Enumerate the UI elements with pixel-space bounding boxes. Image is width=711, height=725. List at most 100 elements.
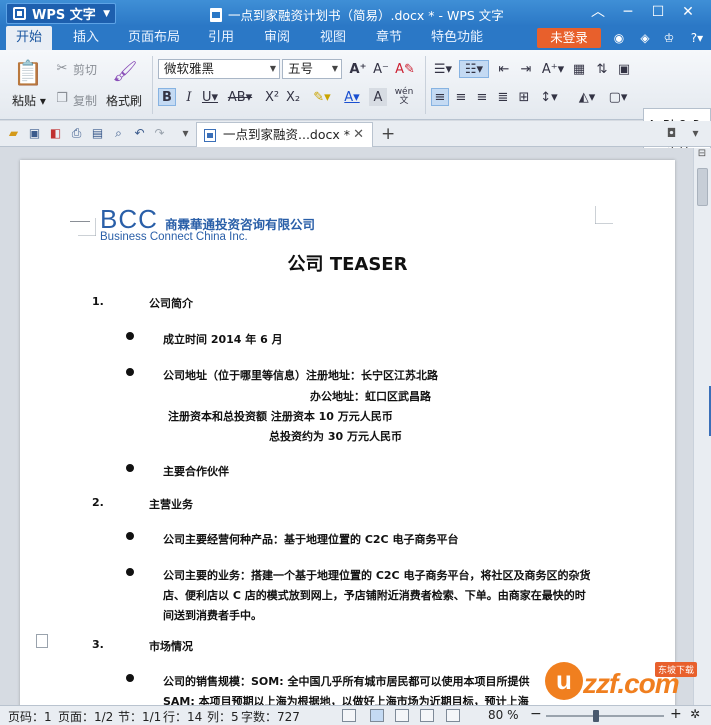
login-button[interactable]: 未登录 [537,28,601,48]
clear-format-icon[interactable]: A✎ [395,60,415,78]
paragraph-menu-icon[interactable] [36,634,48,648]
page-number-status[interactable]: 页码：1 [8,708,52,725]
tab-chapter[interactable]: 章节 [376,26,402,50]
tab-insert[interactable]: 插入 [73,26,99,50]
list-item-line: SAM: 本项目预期以上海为根据地，以做好上海市场为近期目标，预计上海 [163,695,529,705]
ribbon-toolbar: 📋 粘贴 ▾ ✂ 剪切 ❐ 复制 🖌 格式刷 微软雅黑 ▼ 五号 ▼ A⁺ A⁻ A… [0,50,711,160]
settings-icon[interactable]: ✲ [690,707,700,721]
paste-icon[interactable]: 📋 [13,58,43,88]
minimize-button[interactable]: ─ [613,2,643,22]
tab-view[interactable]: 视图 [320,26,346,50]
shading-icon[interactable]: ◭▾ [574,88,600,106]
show-marks-icon[interactable]: ▣ [615,60,633,78]
app-menu-button[interactable]: WPS 文字 ▼ [6,3,116,24]
section-number: 1. [92,295,104,308]
export-pdf-icon[interactable]: ◧ [48,126,63,141]
copy-icon[interactable]: ❐ [54,90,70,106]
chevron-down-icon: ▼ [103,8,110,19]
highlight-button[interactable]: ✎▾ [309,88,335,106]
new-tab-button[interactable]: + [381,124,395,144]
cut-button[interactable]: 剪切 [73,61,97,78]
open-folder-icon[interactable]: ▰ [6,126,21,141]
tab-start[interactable]: 开始 [6,26,53,50]
font-color-button[interactable]: A▾ [339,88,365,106]
line-spacing-icon[interactable]: ↕▾ [536,88,562,106]
justify-icon[interactable]: ≣ [494,88,512,106]
zoom-slider-handle[interactable] [593,710,599,722]
format-painter-icon[interactable]: 🖌 [112,58,138,84]
font-name-select[interactable]: 微软雅黑 ▼ [158,59,280,79]
vertical-scrollbar[interactable] [693,148,711,705]
increase-indent-icon[interactable]: ⇥ [517,60,535,78]
scrollbar-thumb[interactable] [697,168,708,206]
font-name-value: 微软雅黑 [164,61,215,76]
grow-font-icon[interactable]: A⁺ [349,60,367,78]
word-count-status[interactable]: 字数：727 [241,708,300,725]
italic-button[interactable]: I [180,88,198,106]
scissors-icon[interactable]: ✂ [54,60,70,76]
bullet-list-icon[interactable]: ☰▾ [431,60,455,78]
section-heading: 公司简介 [149,297,193,310]
numbered-list-icon[interactable]: ☷▾ [459,60,489,78]
feedback-icon[interactable]: ◈ [637,30,653,46]
zoom-level[interactable]: 80 % [488,708,519,722]
align-right-icon[interactable]: ≡ [473,88,491,106]
close-button[interactable]: ✕ [673,2,703,22]
format-painter-button[interactable]: 格式刷 [106,92,142,109]
outline-view-icon[interactable] [395,709,409,722]
chevron-down-icon: ▼ [269,64,276,73]
page-view-icon[interactable] [370,709,384,722]
shirt-icon[interactable]: ♔ [661,30,677,46]
superscript-button[interactable]: X² [263,88,281,106]
customize-dropdown-icon[interactable]: ▾ [178,126,193,141]
find-icon[interactable]: ⌕ [111,126,126,141]
chinese-layout-icon[interactable]: A⁺▾ [540,60,566,78]
shrink-font-icon[interactable]: A⁻ [372,60,390,78]
font-size-select[interactable]: 五号 ▼ [282,59,342,79]
tab-page-layout[interactable]: 页面布局 [128,26,180,50]
tab-special[interactable]: 特色功能 [431,26,483,50]
print-icon[interactable]: ⎙ [69,126,84,141]
wps-logo-icon [13,7,26,20]
help-icon[interactable]: ?▾ [686,30,708,46]
print-preview-icon[interactable]: ▤ [90,126,105,141]
collapse-ribbon-button[interactable]: ︿ [583,2,613,22]
align-left-icon[interactable]: ≡ [431,88,449,106]
tab-list-icon[interactable]: ◘ [664,126,679,141]
logo-english-name: Business Connect China Inc. [100,231,248,243]
pinyin-button[interactable]: wén 文 [391,86,417,108]
save-icon[interactable]: ▣ [27,126,42,141]
ruler-toggle-icon[interactable]: ⊟ [693,148,711,164]
list-item: 公司主要经营何种产品：基于地理位置的 C2C 电子商务平台 [163,533,459,546]
zoom-slider[interactable] [546,715,664,717]
document-tab[interactable]: 一点到家融资...docx * ✕ [196,122,373,147]
redo-icon[interactable]: ↷ [152,126,167,141]
tab-menu-icon[interactable]: ▾ [688,126,703,141]
zoom-in-icon[interactable]: + [670,706,682,722]
decrease-indent-icon[interactable]: ⇤ [495,60,513,78]
strikethrough-button[interactable]: AB▾ [227,88,253,106]
maximize-button[interactable]: ☐ [643,2,673,22]
close-tab-icon[interactable]: ✕ [353,123,364,147]
borders-icon[interactable]: ▢▾ [605,88,631,106]
document-page[interactable]: BCC 商霖華通投资咨询有限公司 Business Connect China … [20,160,675,705]
paste-button[interactable]: 粘贴 ▾ [12,92,46,109]
full-screen-icon[interactable] [342,709,356,722]
table-icon[interactable]: ▦ [570,60,588,78]
tab-review[interactable]: 审阅 [264,26,290,50]
skin-icon[interactable]: ◉ [611,30,627,46]
copy-button[interactable]: 复制 [73,92,97,109]
bold-button[interactable]: B [158,88,176,106]
subscript-button[interactable]: X₂ [284,88,302,106]
section-heading: 市场情况 [149,640,193,653]
zoom-out-icon[interactable]: − [530,706,542,722]
sort-icon[interactable]: ⇅ [593,60,611,78]
align-center-icon[interactable]: ≡ [452,88,470,106]
char-shading-button[interactable]: A [369,88,387,106]
distributed-icon[interactable]: ⊞ [515,88,533,106]
tab-references[interactable]: 引用 [208,26,234,50]
underline-button[interactable]: U▾ [199,88,221,106]
web-view-icon[interactable] [446,709,460,722]
reading-view-icon[interactable] [420,709,434,722]
undo-icon[interactable]: ↶ [132,126,147,141]
